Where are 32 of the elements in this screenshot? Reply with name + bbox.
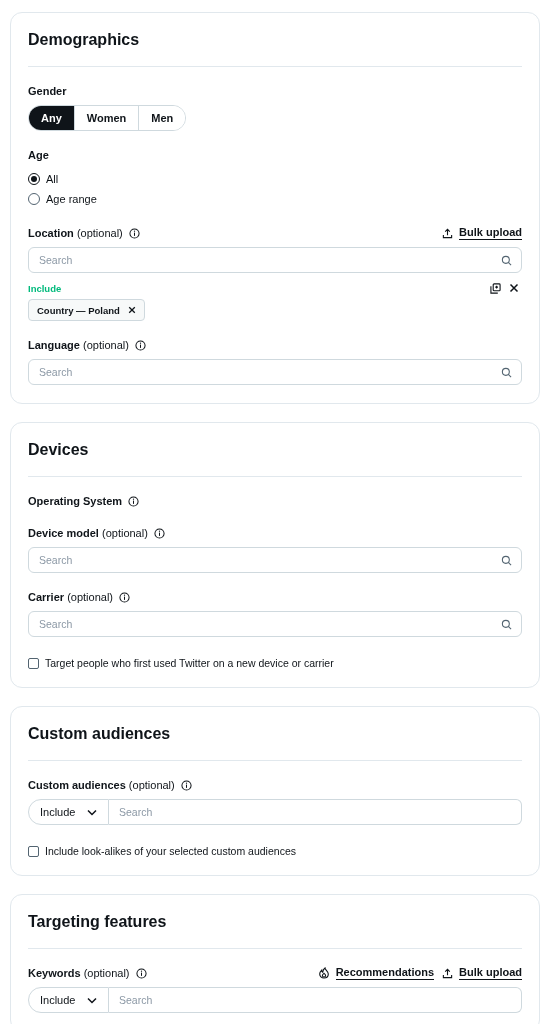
- radio-label: All: [46, 173, 59, 185]
- field-label: Keywords (optional): [28, 967, 130, 979]
- field-label: Device model (optional): [28, 527, 148, 539]
- bulk-upload-link[interactable]: Bulk upload: [442, 226, 522, 240]
- bulk-upload-link[interactable]: Bulk upload: [442, 966, 522, 980]
- field-label: Location (optional): [28, 227, 123, 239]
- search-field[interactable]: Search: [109, 987, 522, 1013]
- section-title: Devices: [28, 440, 90, 460]
- include-dropdown[interactable]: Include: [28, 987, 109, 1013]
- include-dropdown[interactable]: Include: [28, 799, 109, 825]
- field-label: Operating System: [28, 495, 123, 507]
- section-title: Demographics: [28, 30, 141, 50]
- include-label: Include: [28, 282, 62, 294]
- toggle-option[interactable]: Any: [29, 106, 74, 130]
- search-field[interactable]: Search: [28, 611, 522, 637]
- field-label: Age: [28, 149, 49, 161]
- toggle-option[interactable]: Men: [138, 106, 186, 130]
- field-label: Custom audiences (optional): [28, 779, 175, 791]
- location-chip: Country — Poland: [28, 299, 145, 321]
- search-field[interactable]: Search: [28, 547, 522, 573]
- recommendations-link[interactable]: Recommendations: [317, 966, 435, 980]
- search-field[interactable]: Search: [28, 359, 522, 385]
- section-title: Custom audiences: [28, 724, 172, 744]
- field-label: Gender: [28, 85, 67, 97]
- radio-label: Age range: [46, 193, 97, 205]
- checkbox-label: Target people who first used Twitter on a new device or carrier: [45, 657, 334, 669]
- field-label: Language (optional): [28, 339, 129, 351]
- section-title: Targeting features: [28, 912, 168, 932]
- field-label: Carrier (optional): [28, 591, 113, 603]
- search-field[interactable]: Search: [28, 247, 522, 273]
- checkbox-label: Include look-alikes of your selected custom audiences: [45, 845, 296, 857]
- search-field[interactable]: Search: [109, 799, 522, 825]
